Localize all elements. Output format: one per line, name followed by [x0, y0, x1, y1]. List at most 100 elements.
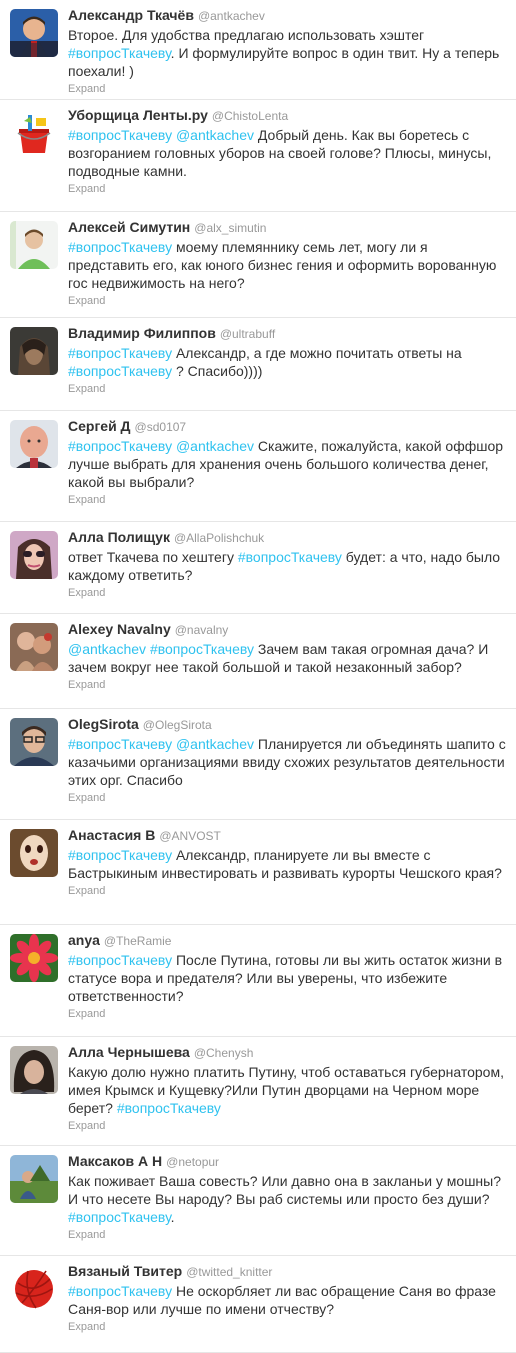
author-handle[interactable]: @antkachev	[198, 9, 265, 23]
tweet-feed: Александр Ткачёв @antkachev Второе. Для уд…	[0, 0, 516, 1353]
tweet-item[interactable]: Alexey Navalny @navalny @antkachev #вопрос…	[0, 614, 516, 709]
expand-link[interactable]: Expand	[68, 1007, 508, 1021]
author-handle[interactable]: @ultrabuff	[220, 327, 275, 341]
tweet-item[interactable]: Сергей Д @sd0107 #вопросТкачеву @antkachev…	[0, 411, 516, 522]
author-handle[interactable]: @twitted_knitter	[186, 1265, 272, 1279]
mention-link[interactable]: @antkachev	[176, 438, 254, 454]
expand-link[interactable]: Expand	[68, 294, 508, 308]
author-name[interactable]: Максаков А Н	[68, 1153, 162, 1169]
avatar-man-green[interactable]	[10, 221, 58, 269]
mention-link[interactable]: @antkachev	[68, 641, 146, 657]
author-name[interactable]: anya	[68, 932, 100, 948]
expand-link[interactable]: Expand	[68, 1320, 508, 1334]
tweet-header: Анастасия В @ANVOST	[68, 827, 508, 845]
expand-link[interactable]: Expand	[68, 791, 508, 805]
avatar-flower[interactable]	[10, 934, 58, 982]
avatar-man-red-tie[interactable]	[10, 9, 58, 57]
tweet-item[interactable]: Максаков А Н @netopur Как поживает Ваша со…	[0, 1146, 516, 1256]
author-handle[interactable]: @netopur	[166, 1155, 219, 1169]
hashtag-link[interactable]: #вопросТкачеву	[150, 641, 254, 657]
avatar-dark-portrait[interactable]	[10, 327, 58, 375]
tweet-header: Сергей Д @sd0107	[68, 418, 508, 436]
author-handle[interactable]: @ANVOST	[159, 829, 221, 843]
expand-link[interactable]: Expand	[68, 382, 508, 396]
tweet-item[interactable]: Алла Чернышева @Chenysh Какую долю нужно п…	[0, 1037, 516, 1146]
tweet-item[interactable]: Алексей Симутин @alx_simutin #вопросТкачев…	[0, 212, 516, 318]
author-name[interactable]: Александр Ткачёв	[68, 7, 194, 23]
tweet-header: OlegSirota @OlegSirota	[68, 716, 508, 734]
avatar-outdoor[interactable]	[10, 1155, 58, 1203]
tweet-text-segment: Второе. Для удобства предлагаю использов…	[68, 27, 425, 43]
author-handle[interactable]: @navalny	[175, 623, 229, 637]
hashtag-link[interactable]: #вопросТкачеву	[68, 1209, 171, 1225]
author-name[interactable]: Уборщица Ленты.ру	[68, 107, 208, 123]
hashtag-link[interactable]: #вопросТкачеву	[68, 736, 172, 752]
expand-link[interactable]: Expand	[68, 82, 508, 96]
author-name[interactable]: Alexey Navalny	[68, 621, 171, 637]
hashtag-link[interactable]: #вопросТкачеву	[68, 1283, 172, 1299]
hashtag-link[interactable]: #вопросТкачеву	[68, 847, 172, 863]
hashtag-link[interactable]: #вопросТкачеву	[68, 239, 172, 255]
author-name[interactable]: Вязаный Твитер	[68, 1263, 182, 1279]
author-handle[interactable]: @AllaPolishchuk	[174, 531, 264, 545]
tweet-text: #вопросТкачеву @antkachev Скажите, пожал…	[68, 437, 508, 491]
tweet-item[interactable]: Вязаный Твитер @twitted_knitter #вопросТка…	[0, 1256, 516, 1353]
avatar-woman-curly[interactable]	[10, 1046, 58, 1094]
tweet-item[interactable]: Алла Полищук @AllaPolishchuk ответ Ткачева…	[0, 522, 516, 614]
avatar-mask[interactable]	[10, 829, 58, 877]
tweet-text: Какую долю нужно платить Путину, чтоб ос…	[68, 1063, 508, 1117]
expand-link[interactable]: Expand	[68, 182, 508, 196]
author-name[interactable]: Алла Полищук	[68, 529, 170, 545]
avatar-bucket[interactable]	[10, 109, 58, 157]
hashtag-link[interactable]: #вопросТкачеву	[68, 127, 172, 143]
avatar-bald-man[interactable]	[10, 420, 58, 468]
tweet-item[interactable]: Уборщица Ленты.ру @ChistoLenta #вопросТкач…	[0, 100, 516, 212]
tweet-item[interactable]: Владимир Филиппов @ultrabuff #вопросТкачев…	[0, 318, 516, 411]
avatar-woman-sunglasses[interactable]	[10, 531, 58, 579]
tweet-text: Как поживает Ваша совесть? Или давно она…	[68, 1172, 508, 1226]
tweet-text: #вопросТкачеву моему племяннику семь лет…	[68, 238, 508, 292]
author-name[interactable]: OlegSirota	[68, 716, 139, 732]
tweet-text-segment: Александр, а где можно почитать ответы н…	[172, 345, 462, 361]
author-handle[interactable]: @TheRamie	[104, 934, 172, 948]
author-handle[interactable]: @ChistoLenta	[212, 109, 288, 123]
hashtag-link[interactable]: #вопросТкачеву	[68, 363, 172, 379]
author-handle[interactable]: @Chenysh	[194, 1046, 254, 1060]
tweet-item[interactable]: Анастасия В @ANVOST #вопросТкачеву Алексан…	[0, 820, 516, 925]
tweet-text: Второе. Для удобства предлагаю использов…	[68, 26, 508, 80]
author-handle[interactable]: @sd0107	[135, 420, 187, 434]
tweet-header: Уборщица Ленты.ру @ChistoLenta	[68, 107, 508, 125]
hashtag-link[interactable]: #вопросТкачеву	[68, 345, 172, 361]
tweet-header: Владимир Филиппов @ultrabuff	[68, 325, 508, 343]
mention-link[interactable]: @antkachev	[176, 127, 254, 143]
expand-link[interactable]: Expand	[68, 678, 508, 692]
mention-link[interactable]: @antkachev	[176, 736, 254, 752]
hashtag-link[interactable]: #вопросТкачеву	[68, 45, 171, 61]
avatar-yarn-ball[interactable]	[10, 1265, 58, 1313]
tweet-item[interactable]: Александр Ткачёв @antkachev Второе. Для уд…	[0, 0, 516, 100]
tweet-header: Алла Полищук @AllaPolishchuk	[68, 529, 508, 547]
hashtag-link[interactable]: #вопросТкачеву	[68, 438, 172, 454]
tweet-item[interactable]: OlegSirota @OlegSirota #вопросТкачеву @ant…	[0, 709, 516, 820]
author-handle[interactable]: @alx_simutin	[194, 221, 266, 235]
author-name[interactable]: Владимир Филиппов	[68, 325, 216, 341]
author-handle[interactable]: @OlegSirota	[143, 718, 212, 732]
expand-link[interactable]: Expand	[68, 1119, 508, 1133]
author-name[interactable]: Алексей Симутин	[68, 219, 190, 235]
hashtag-link[interactable]: #вопросТкачеву	[117, 1100, 221, 1116]
expand-link[interactable]: Expand	[68, 586, 508, 600]
expand-link[interactable]: Expand	[68, 493, 508, 507]
avatar-man-glasses[interactable]	[10, 718, 58, 766]
tweet-header: Александр Ткачёв @antkachev	[68, 7, 508, 25]
tweet-header: Максаков А Н @netopur	[68, 1153, 508, 1171]
author-name[interactable]: Сергей Д	[68, 418, 131, 434]
expand-link[interactable]: Expand	[68, 884, 508, 898]
tweet-text: ответ Ткачева по хештегу #вопросТкачеву …	[68, 548, 508, 584]
author-name[interactable]: Алла Чернышева	[68, 1044, 190, 1060]
hashtag-link[interactable]: #вопросТкачеву	[68, 952, 172, 968]
tweet-item[interactable]: anya @TheRamie #вопросТкачеву После Путина…	[0, 925, 516, 1037]
expand-link[interactable]: Expand	[68, 1228, 508, 1242]
hashtag-link[interactable]: #вопросТкачеву	[238, 549, 342, 565]
author-name[interactable]: Анастасия В	[68, 827, 155, 843]
avatar-fighters[interactable]	[10, 623, 58, 671]
